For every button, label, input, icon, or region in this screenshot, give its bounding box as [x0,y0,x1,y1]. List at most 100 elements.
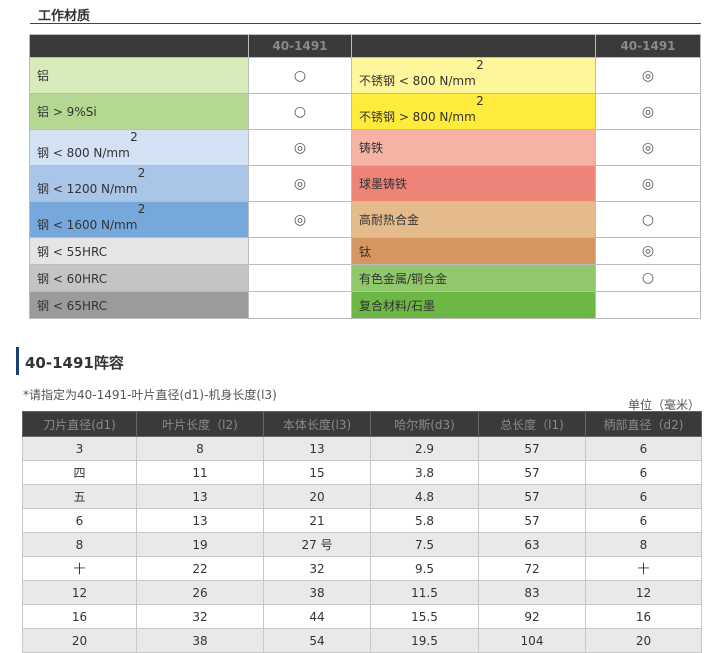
material-row: 铝 ○ 不锈钢 < 800 N/mm 2 ◎ [29,57,701,94]
suitability-mark [248,264,352,292]
table-cell: 5.8 [370,508,479,533]
table-cell: 32 [136,604,264,629]
materials-header-code: 40-1491 [248,34,352,58]
suitability-mark: ◎ [595,165,701,202]
table-cell: 13 [136,508,264,533]
material-name: 钢 < 1600 N/mm 2 [29,201,249,238]
material-name: 钢 < 55HRC [29,237,249,265]
table-cell: 104 [478,628,586,653]
table-cell: 6 [585,436,702,461]
material-name: 铝 [29,57,249,94]
table-cell: 3 [22,436,137,461]
material-name: 复合材料/石墨 [351,291,596,319]
table-cell: 57 [478,436,586,461]
table-cell: 11.5 [370,580,479,605]
material-row: 钢 < 800 N/mm 2 ◎ 铸铁 ◎ [29,129,701,166]
material-name: 钢 < 800 N/mm 2 [29,129,249,166]
lineup-header-row: 刀片直径(d1) 叶片长度（l2) 本体长度(l3) 哈尔斯(d3) 总长度（l1) 柄部… [22,411,702,437]
table-row: 16 32 44 15.5 92 16 [22,604,702,629]
suitability-mark: ◎ [248,165,352,202]
material-name-text: 钢 < 800 N/mm [37,146,130,160]
suitability-mark: ○ [248,93,352,130]
suitability-mark: ◎ [595,93,701,130]
material-row: 铝 > 9%Si ○ 不锈钢 > 800 N/mm 2 ◎ [29,93,701,130]
table-cell: 8 [136,436,264,461]
materials-table: 40-1491 40-1491 铝 ○ 不锈钢 < 800 N/mm 2 ◎ 铝 > 9%… [29,34,701,319]
material-name-text: 钢 < 1200 N/mm [37,182,138,196]
table-row: 十 22 32 9.5 72 十 [22,556,702,581]
table-cell: 6 [585,508,702,533]
column-header: 刀片直径(d1) [22,411,137,437]
table-cell: 20 [263,484,371,509]
material-name: 球墨铸铁 [351,165,596,202]
materials-header-row: 40-1491 40-1491 [29,34,701,58]
table-cell: 3.8 [370,460,479,485]
order-note: *请指定为40-1491-叶片直径(d1)-机身长度(l3) [23,388,277,402]
table-cell: 63 [478,532,586,557]
section-divider [30,23,701,24]
table-cell: 32 [263,556,371,581]
table-row: 12 26 38 11.5 83 12 [22,580,702,605]
material-name: 钢 < 60HRC [29,264,249,292]
suitability-mark: ○ [595,264,701,292]
column-header: 柄部直径（d2) [585,411,702,437]
material-row: 钢 < 65HRC 复合材料/石墨 [29,291,701,319]
material-name: 钢 < 65HRC [29,291,249,319]
heading-accent-bar [16,347,19,375]
column-header: 本体长度(l3) [263,411,371,437]
table-cell: 19.5 [370,628,479,653]
table-cell: 27 号 [263,532,371,557]
table-cell: 26 [136,580,264,605]
material-name: 高耐热合金 [351,201,596,238]
material-row: 钢 < 60HRC 有色金属/铜合金 ○ [29,264,701,292]
table-row: 五 13 20 4.8 57 6 [22,484,702,509]
superscript: 2 [137,166,146,180]
suitability-mark: ◎ [248,129,352,166]
table-row: 20 38 54 19.5 104 20 [22,628,702,653]
table-cell: 72 [478,556,586,581]
lineup-title: 40-1491阵容 [25,354,124,372]
table-cell: 11 [136,460,264,485]
material-name: 铝 > 9%Si [29,93,249,130]
suitability-mark: ◎ [248,201,352,238]
table-cell: 十 [22,556,137,581]
lineup-table: 刀片直径(d1) 叶片长度（l2) 本体长度(l3) 哈尔斯(d3) 总长度（l1) 柄部… [22,411,702,653]
table-cell: 38 [263,580,371,605]
materials-header-blank [29,34,249,58]
materials-header-code: 40-1491 [595,34,701,58]
materials-header-blank [351,34,596,58]
suitability-mark: ◎ [595,129,701,166]
column-header: 总长度（l1) [478,411,586,437]
material-name-text: 不锈钢 < 800 N/mm [359,74,476,88]
table-cell: 十 [585,556,702,581]
table-cell: 16 [585,604,702,629]
material-name: 不锈钢 < 800 N/mm 2 [351,57,596,94]
material-name: 不锈钢 > 800 N/mm 2 [351,93,596,130]
column-header: 叶片长度（l2) [136,411,264,437]
material-row: 钢 < 55HRC 钛 ◎ [29,237,701,265]
suitability-mark: ○ [595,201,701,238]
suitability-mark [248,291,352,319]
suitability-mark [595,291,701,319]
column-header: 哈尔斯(d3) [370,411,479,437]
material-name: 有色金属/铜合金 [351,264,596,292]
table-cell: 13 [136,484,264,509]
material-row: 钢 < 1600 N/mm 2 ◎ 高耐热合金 ○ [29,201,701,238]
table-cell: 2.9 [370,436,479,461]
superscript: 2 [137,202,146,216]
table-cell: 4.8 [370,484,479,509]
material-name: 钛 [351,237,596,265]
suitability-mark [248,237,352,265]
table-row: 6 13 21 5.8 57 6 [22,508,702,533]
table-cell: 12 [585,580,702,605]
table-cell: 19 [136,532,264,557]
table-cell: 92 [478,604,586,629]
suitability-mark: ◎ [595,237,701,265]
table-cell: 13 [263,436,371,461]
table-cell: 57 [478,508,586,533]
suitability-mark: ○ [248,57,352,94]
material-name-text: 钢 < 1600 N/mm [37,218,138,232]
table-cell: 15.5 [370,604,479,629]
superscript: 2 [476,58,484,72]
superscript: 2 [130,130,138,144]
